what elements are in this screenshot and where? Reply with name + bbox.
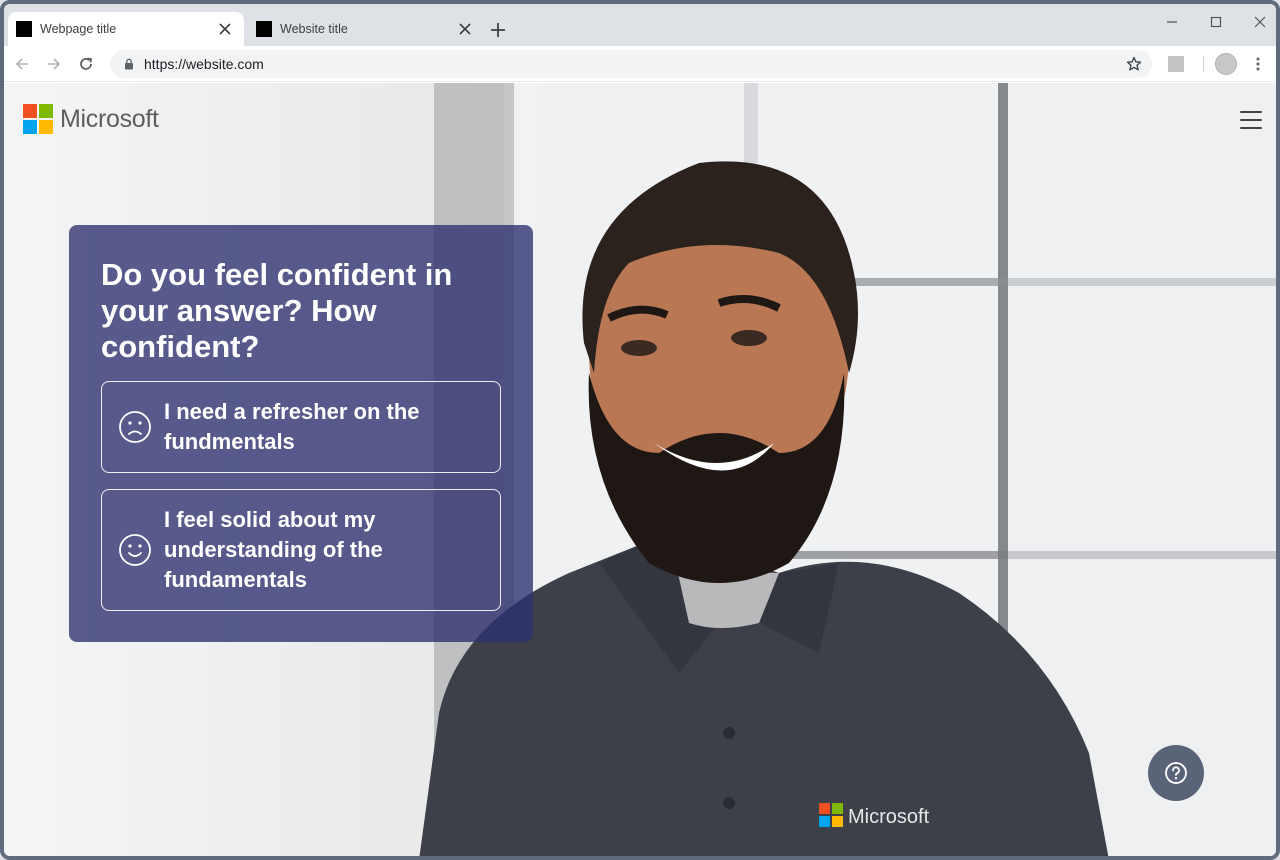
quiz-question: Do you feel confident in your answer? Ho… <box>101 257 453 364</box>
hamburger-menu-icon[interactable] <box>1240 111 1262 129</box>
close-tab-icon[interactable] <box>456 20 474 38</box>
reload-icon[interactable] <box>74 52 98 76</box>
option-label: I need a refresher on the fundmentals <box>164 399 420 454</box>
option-feels-solid[interactable]: I feel solid about my understanding of t… <box>101 489 501 611</box>
close-tab-icon[interactable] <box>216 20 234 38</box>
url-text: https://website.com <box>144 56 264 72</box>
web-page: Microsoft Microsoft Do you feel confiden… <box>4 83 1276 856</box>
minimize-button[interactable] <box>1152 10 1192 34</box>
shirt-brand-text: Microsoft <box>848 806 930 828</box>
option-label: I feel solid about my understanding of t… <box>164 507 383 592</box>
forward-arrow-icon[interactable] <box>42 52 66 76</box>
tab-website[interactable]: Website title <box>248 12 484 46</box>
microsoft-windows-logo-icon <box>23 104 53 134</box>
tab-webpage[interactable]: Webpage title <box>8 12 244 46</box>
favicon-icon <box>256 21 272 37</box>
smile-face-icon <box>119 534 151 566</box>
browser-window: Webpage title Website title https://webs… <box>0 0 1280 860</box>
tab-title: Webpage title <box>40 22 117 36</box>
menu-kebab-icon[interactable] <box>1248 52 1268 76</box>
quiz-card: Do you feel confident in your answer? Ho… <box>69 225 533 642</box>
tab-strip: Webpage title Website title <box>4 4 1276 46</box>
question-mark-icon <box>1165 762 1187 784</box>
option-needs-refresher[interactable]: I need a refresher on the fundmentals <box>101 381 501 473</box>
brand-name: Microsoft <box>60 104 159 133</box>
back-arrow-icon[interactable] <box>10 52 34 76</box>
profile-avatar[interactable] <box>1215 53 1237 75</box>
lock-icon <box>122 57 136 71</box>
help-button[interactable] <box>1148 745 1204 801</box>
close-window-button[interactable] <box>1240 10 1276 34</box>
browser-toolbar: https://website.com <box>4 46 1276 82</box>
maximize-button[interactable] <box>1196 10 1236 34</box>
extension-icon[interactable] <box>1168 56 1184 72</box>
tab-title: Website title <box>280 22 348 36</box>
address-bar[interactable]: https://website.com <box>110 50 1152 78</box>
sad-face-icon <box>119 411 151 443</box>
bookmark-star-icon[interactable] <box>1120 50 1148 78</box>
favicon-icon <box>16 21 32 37</box>
microsoft-logo[interactable]: Microsoft <box>23 104 159 134</box>
new-tab-button[interactable] <box>486 18 510 42</box>
toolbar-divider <box>1203 56 1204 72</box>
